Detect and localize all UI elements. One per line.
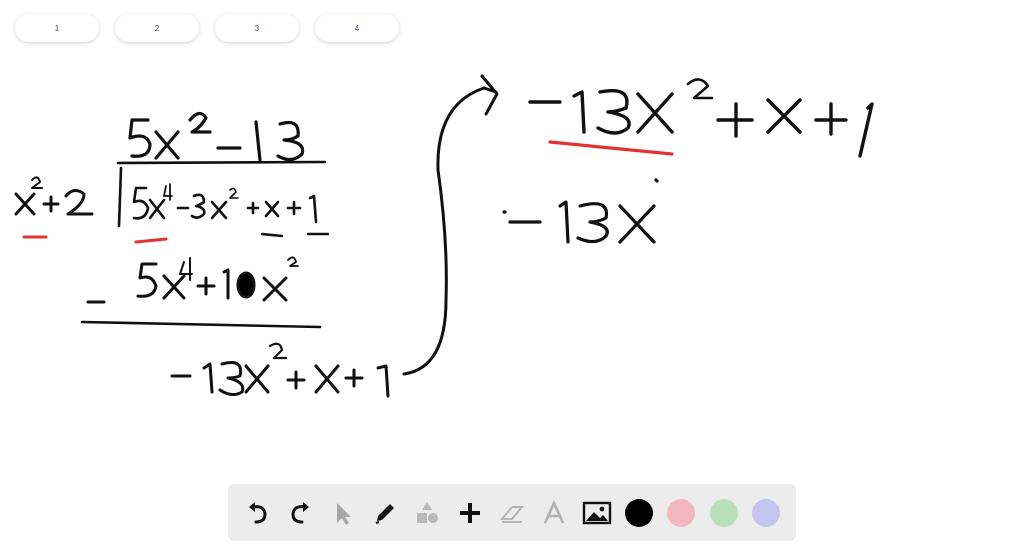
color-black — [624, 498, 653, 527]
shapes-icon[interactable] — [411, 497, 443, 529]
red-underline-marks — [22, 235, 168, 244]
drawing-toolbar — [228, 484, 796, 541]
black-dash-marks — [260, 232, 330, 238]
redo-icon[interactable] — [284, 497, 316, 529]
color-lavender — [751, 498, 780, 527]
remainder-stroke — [170, 342, 390, 398]
quotient-stroke — [128, 111, 305, 162]
dividend-stroke — [132, 183, 318, 224]
eraser-icon[interactable] — [496, 497, 528, 529]
division-bracket — [116, 160, 327, 228]
undo-icon[interactable] — [242, 497, 274, 529]
red-underline-right — [548, 140, 674, 156]
color-pink — [667, 498, 696, 527]
subtraction-line — [80, 320, 322, 329]
color-swatch-black[interactable] — [623, 497, 655, 529]
connector-arrow — [402, 74, 499, 376]
whiteboard-canvas[interactable] — [0, 0, 1024, 548]
color-green — [709, 498, 738, 527]
plus-icon[interactable] — [454, 497, 486, 529]
color-swatch-green[interactable] — [708, 497, 740, 529]
subtraction-row-stroke — [86, 256, 299, 304]
color-swatch-pink[interactable] — [665, 497, 697, 529]
pen-icon[interactable] — [369, 497, 401, 529]
pointer-icon[interactable] — [327, 497, 359, 529]
right-partial-stroke — [502, 178, 659, 244]
text-icon[interactable] — [538, 497, 570, 529]
divisor-stroke — [14, 176, 94, 216]
color-swatch-lavender[interactable] — [750, 497, 782, 529]
image-icon[interactable] — [581, 497, 613, 529]
